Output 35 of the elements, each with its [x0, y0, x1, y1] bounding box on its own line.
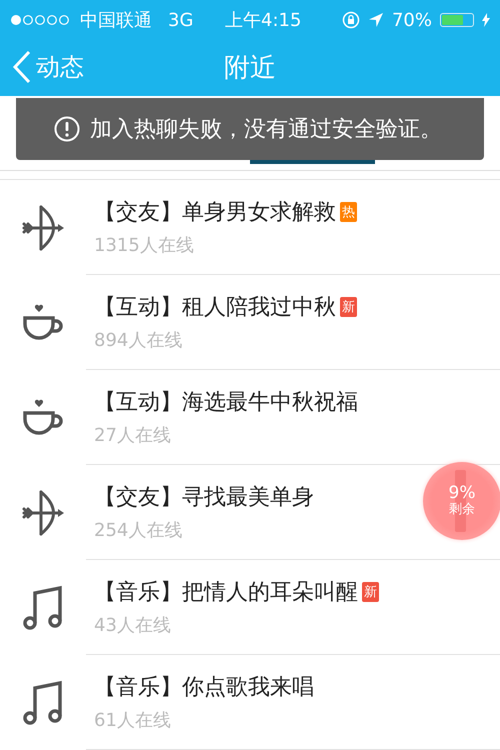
topic-title: 【互动】租人陪我过中秋 — [94, 294, 336, 322]
network-type: 3G — [168, 10, 194, 31]
chevron-left-icon — [12, 50, 32, 84]
status-tag: 热 — [340, 202, 357, 222]
remaining-label: 剩余 — [449, 503, 475, 517]
warning-icon — [54, 116, 80, 142]
topic-title: 【音乐】把情人的耳朵叫醒 — [94, 579, 358, 607]
online-count: 43人在线 — [94, 614, 172, 637]
storage-remaining-bubble[interactable]: 9% 剩余 — [423, 462, 500, 540]
online-count: 894人在线 — [94, 329, 184, 352]
status-tag: 新 — [362, 582, 379, 602]
status-tag: 新 — [340, 297, 357, 317]
music-note-icon — [22, 680, 64, 726]
battery-icon — [440, 13, 474, 28]
rotation-lock-icon — [342, 11, 360, 30]
back-button[interactable]: 动态 — [0, 42, 92, 92]
online-count: 27人在线 — [94, 424, 172, 447]
topic-title: 【互动】海选最牛中秋祝福 — [94, 389, 358, 417]
online-count: 254人在线 — [94, 519, 184, 542]
carrier-name: 中国联通 — [80, 9, 152, 32]
topic-title: 【音乐】你点歌我来唱 — [94, 674, 314, 702]
signal-icon — [10, 14, 70, 26]
battery-percent: 70% — [392, 10, 432, 31]
percent-text: 9% — [448, 485, 476, 504]
status-time: 上午4:15 — [224, 9, 302, 32]
topic-title: 【交友】寻找最美单身 — [94, 484, 314, 512]
location-arrow-icon — [368, 12, 384, 28]
online-count: 61人在线 — [94, 709, 172, 732]
music-note-icon — [22, 584, 64, 630]
bow-and-arrow-icon — [22, 204, 64, 252]
page-title: 附近 — [224, 52, 276, 85]
online-count: 1315人在线 — [94, 234, 195, 257]
bow-and-arrow-icon — [22, 488, 64, 536]
toast-message: 加入热聊失败，没有通过安全验证。 — [90, 116, 442, 144]
topic-title: 【交友】单身男女求解救 — [94, 199, 336, 227]
